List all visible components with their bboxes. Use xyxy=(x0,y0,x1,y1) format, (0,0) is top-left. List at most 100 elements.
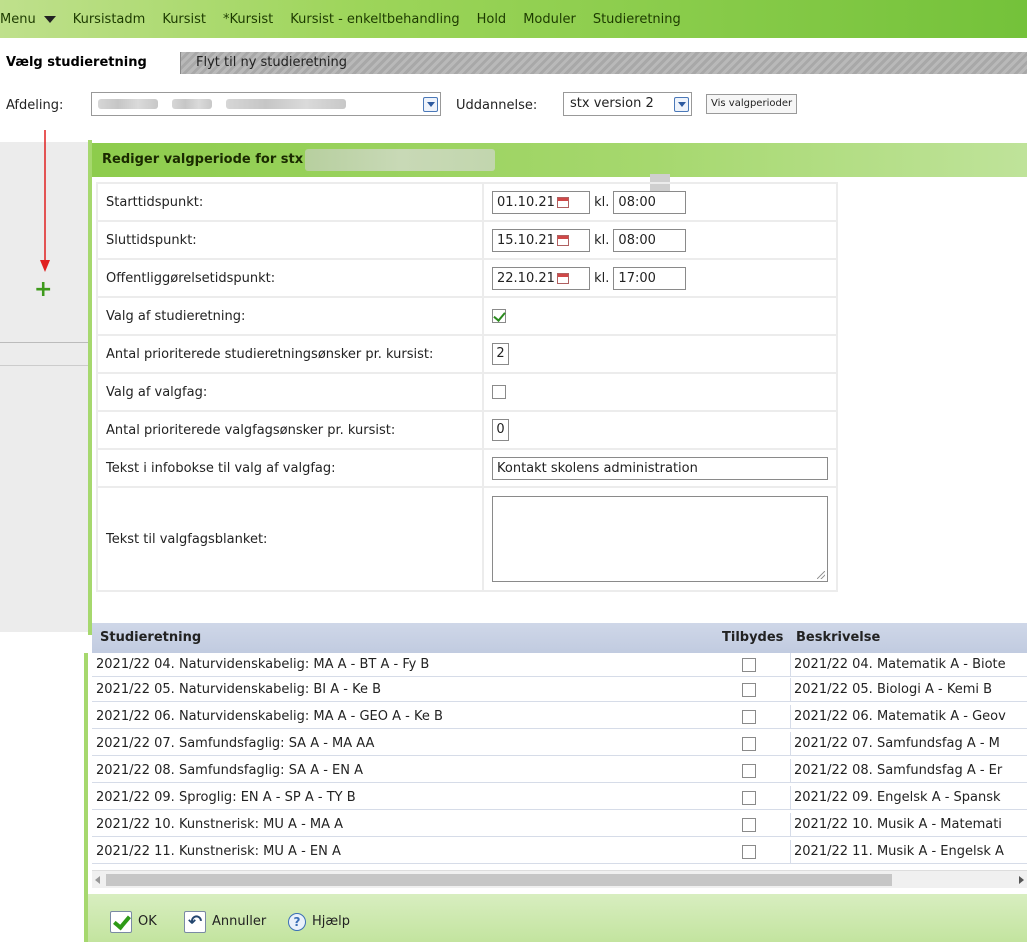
table-row[interactable]: 2021/22 10. Kunstnerisk: MU A - MA A 202… xyxy=(92,813,1027,837)
menu-item-moduler[interactable]: Moduler xyxy=(515,12,576,27)
slut-time-input[interactable]: 08:00 xyxy=(613,228,687,252)
chevron-down-icon[interactable] xyxy=(674,97,689,112)
scrollbar-thumb[interactable] xyxy=(106,874,892,886)
tab-vaelg-studieretning[interactable]: Vælg studieretning xyxy=(0,52,181,74)
tilbydes-checkbox[interactable] xyxy=(742,763,756,778)
tilbydes-checkbox[interactable] xyxy=(742,790,756,805)
annuller-button[interactable]: Annuller xyxy=(184,910,266,934)
horizontal-scrollbar[interactable] xyxy=(92,870,1027,888)
table-row[interactable]: 2021/22 08. Samfundsfaglig: SA A - EN A … xyxy=(92,759,1027,783)
calendar-icon[interactable] xyxy=(556,196,569,208)
tab-flyt-til-ny-studieretning[interactable]: Flyt til ny studieretning xyxy=(190,52,353,74)
hjaelp-label: Hjælp xyxy=(312,914,351,929)
menu-item-kursist-enkeltbehandling[interactable]: Kursist - enkeltbehandling xyxy=(282,12,459,27)
valg-valgfag-value xyxy=(482,372,838,412)
studieretning-list-header: Studieretning Tilbydes Beskrivelse xyxy=(92,623,1027,653)
tilbydes-checkbox[interactable] xyxy=(742,817,756,832)
ok-button[interactable]: OK xyxy=(110,910,157,934)
hjaelp-button[interactable]: ? Hjælp xyxy=(288,910,350,934)
beskrivelse-cell: 2021/22 04. Matematik A - Biote xyxy=(794,657,1006,672)
tilbydes-cell xyxy=(742,657,756,672)
valgfagsblanket-textarea[interactable] xyxy=(492,496,828,582)
add-icon[interactable]: + xyxy=(34,279,52,301)
chevron-down-icon[interactable] xyxy=(423,97,438,112)
antal-studieretning-input[interactable]: 2 xyxy=(492,343,509,365)
redacted-text xyxy=(226,98,347,109)
beskrivelse-cell: 2021/22 06. Matematik A - Geov xyxy=(794,709,1006,724)
tilbydes-checkbox[interactable] xyxy=(742,736,756,751)
undo-icon xyxy=(184,910,206,934)
valg-studieretning-value xyxy=(482,296,838,336)
studieretning-list: 2021/22 04. Naturvidenskabelig: MA A - B… xyxy=(84,653,1027,894)
table-row[interactable]: 2021/22 05. Naturvidenskabelig: BI A - K… xyxy=(92,678,1027,702)
column-header-studieretning[interactable]: Studieretning xyxy=(100,630,201,645)
menu-button[interactable]: Menu xyxy=(0,12,56,27)
slut-date-input[interactable]: 15.10.21 xyxy=(492,228,590,252)
start-time-input[interactable]: 08:00 xyxy=(613,190,687,214)
table-row[interactable]: 2021/22 04. Naturvidenskabelig: MA A - B… xyxy=(92,653,1027,677)
menu-item-studieretning[interactable]: Studieretning xyxy=(585,12,681,27)
tilbydes-checkbox[interactable] xyxy=(742,657,756,672)
menu-dropdown-icon xyxy=(43,15,56,23)
column-divider xyxy=(790,653,791,677)
afdeling-select[interactable] xyxy=(91,92,441,116)
scroll-right-icon[interactable] xyxy=(1019,876,1024,884)
annuller-label: Annuller xyxy=(212,914,267,929)
menu-item-hold[interactable]: Hold xyxy=(469,12,507,27)
table-row[interactable]: 2021/22 07. Samfundsfaglig: SA A - MA AA… xyxy=(92,732,1027,756)
tilbydes-cell xyxy=(742,763,756,778)
antal-studieretning-label: Antal prioriterede studieretningsønsker … xyxy=(96,334,484,374)
column-header-tilbydes[interactable]: Tilbydes xyxy=(722,630,783,645)
uddannelse-value: stx version 2 xyxy=(570,96,654,111)
divider xyxy=(0,365,88,366)
calendar-icon[interactable] xyxy=(556,234,569,246)
calendar-icon[interactable] xyxy=(556,272,569,284)
menu-item-kursist[interactable]: Kursist xyxy=(154,12,206,27)
studieretning-cell: 2021/22 09. Sproglig: EN A - SP A - TY B xyxy=(96,790,356,805)
table-row[interactable]: 2021/22 06. Naturvidenskabelig: MA A - G… xyxy=(92,705,1027,729)
beskrivelse-cell: 2021/22 11. Musik A - Engelsk A xyxy=(794,844,1004,859)
starttidspunkt-value: 01.10.21 kl. 08:00 xyxy=(482,182,838,222)
column-divider xyxy=(790,786,791,810)
form-row: Sluttidspunkt: 15.10.21 kl. 08:00 xyxy=(96,220,838,260)
redacted-text xyxy=(305,148,496,171)
uddannelse-select[interactable]: stx version 2 xyxy=(563,92,692,116)
menu-item-kursistadm[interactable]: Kursistadm xyxy=(65,12,146,27)
valg-valgfag-checkbox[interactable] xyxy=(492,385,506,399)
infobokse-input[interactable]: Kontakt skolens administration xyxy=(492,456,828,480)
beskrivelse-cell: 2021/22 05. Biologi A - Kemi B xyxy=(794,682,993,697)
annotation-arrow-icon xyxy=(40,130,50,272)
tilbydes-checkbox[interactable] xyxy=(742,709,756,724)
vis-valgperioder-button[interactable]: Vis valgperioder xyxy=(706,94,798,114)
start-date-text: 01.10.21 xyxy=(497,194,555,210)
ok-label: OK xyxy=(138,914,157,929)
offentlig-date-input[interactable]: 22.10.21 xyxy=(492,266,590,290)
antal-valgfag-input[interactable]: 0 xyxy=(492,419,509,441)
column-header-beskrivelse[interactable]: Beskrivelse xyxy=(796,630,880,645)
offentlig-time-input[interactable]: 17:00 xyxy=(613,266,687,290)
valg-studieretning-checkbox[interactable] xyxy=(492,309,506,323)
beskrivelse-cell: 2021/22 09. Engelsk A - Spansk xyxy=(794,790,1001,805)
table-row[interactable]: 2021/22 11. Kunstnerisk: MU A - EN A 202… xyxy=(92,840,1027,864)
tilbydes-checkbox[interactable] xyxy=(742,844,756,859)
antal-studieretning-value: 2 xyxy=(482,334,838,374)
tilbydes-checkbox[interactable] xyxy=(742,682,756,697)
tilbydes-cell xyxy=(742,736,756,751)
menu-item-kursist-star[interactable]: *Kursist xyxy=(215,12,273,27)
scroll-left-icon[interactable] xyxy=(95,876,100,884)
form-row: Antal prioriterede studieretningsønsker … xyxy=(96,334,838,374)
beskrivelse-cell: 2021/22 10. Musik A - Matemati xyxy=(794,817,1002,832)
divider xyxy=(0,342,88,343)
redacted-text xyxy=(98,98,158,109)
tilbydes-cell xyxy=(742,817,756,832)
column-divider xyxy=(790,759,791,783)
dialog-title-text: Rediger valgperiode for stx xyxy=(102,152,304,167)
start-date-input[interactable]: 01.10.21 xyxy=(492,190,590,214)
form-row: Antal prioriterede valgfagsønsker pr. ku… xyxy=(96,410,838,450)
kl-label: kl. xyxy=(594,270,610,286)
help-icon: ? xyxy=(288,912,306,931)
tilbydes-cell xyxy=(742,709,756,724)
form-row: Tekst til valgfagsblanket: xyxy=(96,486,838,592)
sluttidspunkt-label: Sluttidspunkt: xyxy=(96,220,484,260)
table-row[interactable]: 2021/22 09. Sproglig: EN A - SP A - TY B… xyxy=(92,786,1027,810)
